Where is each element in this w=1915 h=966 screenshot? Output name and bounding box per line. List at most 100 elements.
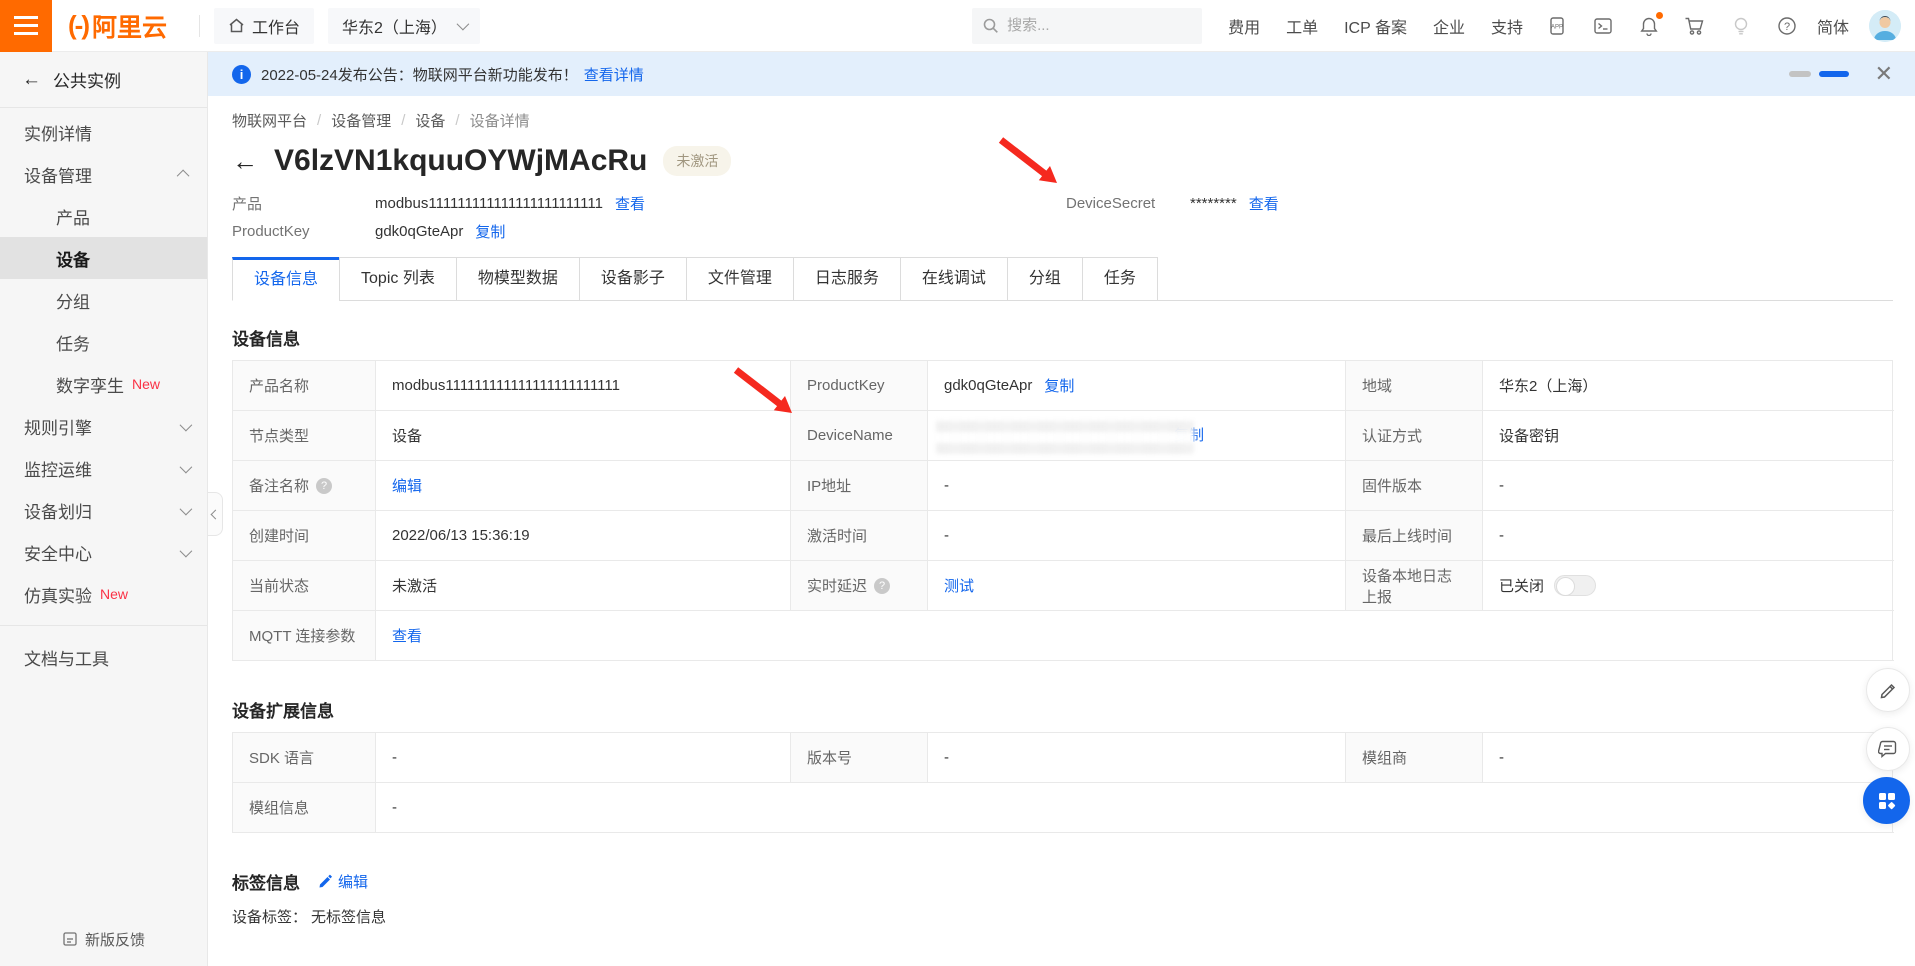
local-log-toggle[interactable] [1554,575,1596,596]
feedback-chat-fab-button[interactable] [1866,727,1910,771]
device-meta: 产品 modbus111111111111111111111111 查看 Pro… [232,189,1893,245]
sidebar-item-task[interactable]: 任务 [0,321,207,363]
logo-text: 阿里云 [92,8,167,44]
info-icon: i [232,65,251,84]
search-input[interactable] [1007,17,1187,34]
sidebar-item-security-center[interactable]: 安全中心 [0,531,207,573]
cell-value-local-log: 已关闭 [1483,561,1894,611]
chevron-down-icon [456,18,469,31]
lightbulb-icon[interactable] [1729,14,1753,38]
tab-file-management[interactable]: 文件管理 [686,257,794,301]
test-link[interactable]: 测试 [944,575,974,596]
app-icon[interactable]: APP [1545,14,1569,38]
cell-value: 设备密钥 [1483,411,1894,461]
tab-log-service[interactable]: 日志服务 [793,257,901,301]
tab-thing-model-data[interactable]: 物模型数据 [456,257,580,301]
tab-group[interactable]: 分组 [1007,257,1083,301]
widget-grid-fab-button[interactable] [1863,777,1910,824]
sidebar-item-label: 规则引擎 [24,414,92,439]
cell-value: 设备 [376,411,791,461]
back-arrow-icon[interactable]: ← [232,146,258,177]
menu-item-enterprise[interactable]: 企业 [1433,14,1465,38]
sidebar-item-monitoring-ops[interactable]: 监控运维 [0,447,207,489]
sidebar-item-label: 设备划归 [24,498,92,523]
close-icon[interactable]: ✕ [1875,63,1893,85]
menu-item-support[interactable]: 支持 [1491,14,1523,38]
breadcrumb-device[interactable]: 设备 [415,110,445,131]
tab-task[interactable]: 任务 [1082,257,1158,301]
devicesecret-label: DeviceSecret [1066,195,1190,212]
edit-fab-button[interactable] [1866,668,1910,712]
announcement-detail-link[interactable]: 查看详情 [584,64,644,85]
sidebar-item-docs-tools[interactable]: 文档与工具 [0,636,207,678]
search-box[interactable] [972,8,1202,44]
sidebar-item-device[interactable]: 设备 [0,237,207,279]
sidebar-item-label: 安全中心 [24,540,92,565]
cell-label: ProductKey [791,361,928,411]
announcement-pager-dash[interactable] [1789,71,1811,77]
sidebar-item-simulation[interactable]: 仿真实验 New [0,573,207,615]
page-title: V6lzVN1kquuOYWjMAcRu [274,144,647,178]
workbench-label: 工作台 [252,14,300,38]
sidebar-item-digital-twin[interactable]: 数字孪生 New [0,363,207,405]
workbench-button[interactable]: 工作台 [214,8,314,44]
edit-link[interactable]: 编辑 [392,475,422,496]
productkey-copy-link[interactable]: 复制 [475,221,505,242]
feedback-button[interactable]: 新版反馈 [0,920,207,958]
chevron-down-icon [180,418,193,431]
svg-text:APP: APP [1551,24,1563,30]
section-heading-ext-info: 设备扩展信息 [232,697,1893,722]
sidebar-item-rules-engine[interactable]: 规则引擎 [0,405,207,447]
terminal-icon[interactable] [1591,14,1615,38]
sidebar-item-device-management[interactable]: 设备管理 [0,153,207,195]
breadcrumb-separator: / [455,112,459,129]
productkey-value: gdk0qGteApr [375,223,463,240]
menu-item-tickets[interactable]: 工单 [1286,14,1318,38]
hamburger-menu-icon[interactable] [0,0,52,52]
breadcrumb-separator: / [317,112,321,129]
tab-device-shadow[interactable]: 设备影子 [579,257,687,301]
device-ext-table: SDK 语言 - 版本号 - 模组商 - 模组信息 - [232,732,1893,833]
product-view-link[interactable]: 查看 [615,193,645,214]
cell-value: - [1483,511,1894,561]
sidebar-item-product[interactable]: 产品 [0,195,207,237]
alibaba-cloud-logo[interactable]: (-) 阿里云 [68,8,167,44]
sidebar-item-group[interactable]: 分组 [0,279,207,321]
sidebar-item-instance-detail[interactable]: 实例详情 [0,111,207,153]
devicesecret-view-link[interactable]: 查看 [1249,193,1279,214]
breadcrumb-iot-platform[interactable]: 物联网平台 [232,110,307,131]
tab-online-debug[interactable]: 在线调试 [900,257,1008,301]
view-link[interactable]: 查看 [392,625,422,646]
cell-label: 设备本地日志上报 [1346,561,1483,611]
menu-item-icp[interactable]: ICP 备案 [1344,14,1407,38]
help-circle-icon[interactable]: ? [874,578,890,594]
back-arrow-icon[interactable]: ← [22,69,41,91]
cart-icon[interactable] [1683,14,1707,38]
menu-item-billing[interactable]: 费用 [1228,14,1260,38]
help-icon[interactable]: ? [1775,14,1799,38]
language-selector[interactable]: 简体 [1817,14,1849,38]
sidebar-item-label: 仿真实验 [24,582,92,607]
meta-devicesecret-row: DeviceSecret ******** 查看 [1066,189,1279,217]
pencil-icon [1879,681,1898,700]
sidebar-collapse-handle[interactable] [208,492,223,536]
feedback-icon [62,931,78,947]
avatar[interactable] [1869,10,1901,42]
copy-link[interactable]: 复制 [1044,375,1074,396]
tags-value: 无标签信息 [311,906,386,927]
cell-value: 2022/06/13 15:36:19 [376,511,791,561]
region-selector[interactable]: 华东2（上海） [328,8,480,44]
region-label: 华东2（上海） [342,14,447,38]
cell-value-mqtt: 查看 [376,611,1894,661]
announcement-pager-dash-active[interactable] [1819,71,1849,77]
tags-edit-button[interactable]: 编辑 [318,871,368,892]
sidebar-item-device-assignment[interactable]: 设备划归 [0,489,207,531]
cell-label: 节点类型 [233,411,376,461]
breadcrumb: 物联网平台 / 设备管理 / 设备 / 设备详情 [232,110,1893,131]
breadcrumb-device-management[interactable]: 设备管理 [331,110,391,131]
bell-icon[interactable] [1637,14,1661,38]
tab-device-info[interactable]: 设备信息 [232,257,340,301]
help-circle-icon[interactable]: ? [316,478,332,494]
tab-topic-list[interactable]: Topic 列表 [339,257,457,301]
sidebar-menu: 实例详情 设备管理 产品 设备 分组 任务 数字孪生 New 规则引擎 监控运维 [0,108,207,678]
